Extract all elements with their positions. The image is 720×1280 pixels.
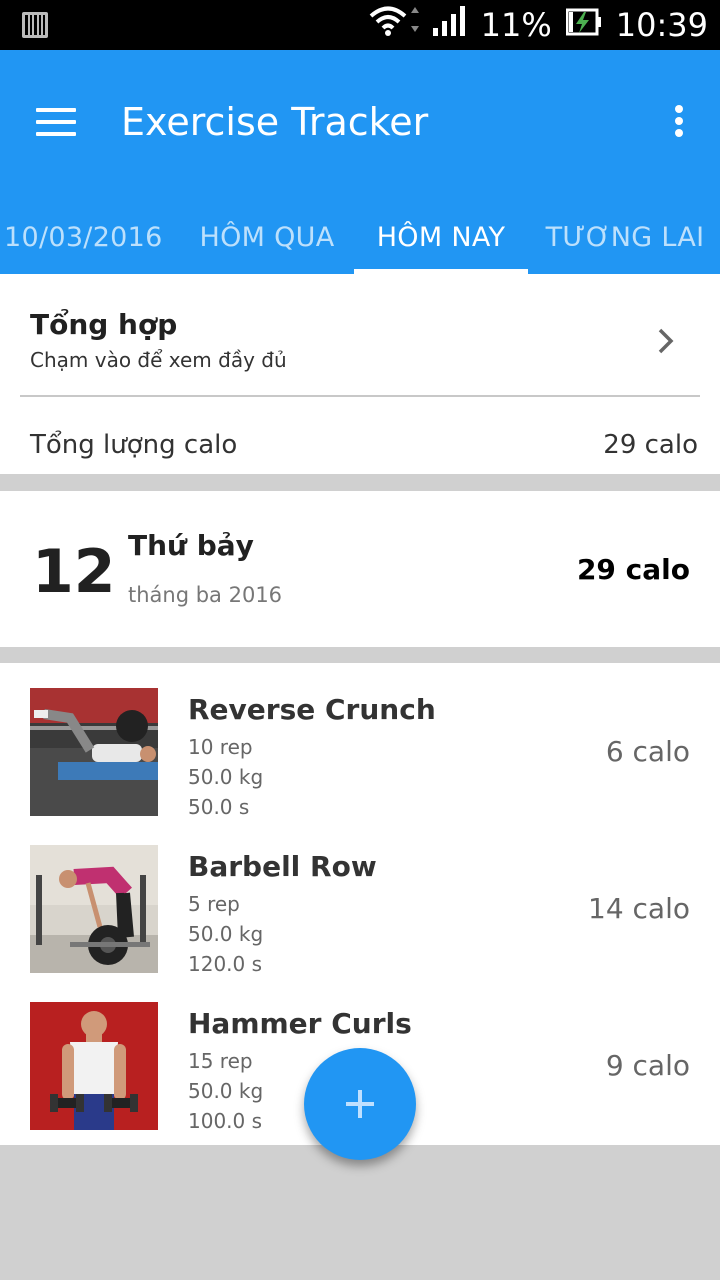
exercise-name: Reverse Crunch [188,693,436,726]
exercise-thumbnail [30,688,158,816]
summary-subtitle: Chạm vào để xem đầy đủ [30,348,287,372]
tab-date[interactable]: 10/03/2016 [0,200,164,274]
summary-card[interactable]: Tổng hợp Chạm vào để xem đầy đủ Tổng lượ… [0,274,720,474]
exercise-reps: 5 rep [188,892,240,916]
app-title: Exercise Tracker [121,100,429,144]
exercise-reps: 10 rep [188,735,253,759]
exercise-name: Barbell Row [188,850,377,883]
clock-time: 10:39 [615,6,708,44]
weekday-label: Thứ bảy [128,529,254,562]
status-bar: 11% 10:39 [0,0,720,50]
total-calories-label: Tổng lượng calo [30,430,238,460]
date-tabs: 10/03/2016 HÔM QUA HÔM NAY TƯƠNG LAI [0,200,720,274]
exercise-thumbnail [30,845,158,973]
day-number: 12 [32,537,116,607]
more-vert-icon[interactable] [674,105,684,145]
add-exercise-button[interactable] [304,1048,416,1160]
barcode-icon [22,12,48,42]
plus-icon [346,1090,374,1118]
exercise-thumbnail [30,1002,158,1130]
tab-today[interactable]: HÔM NAY [354,200,528,274]
exercise-calories: 6 calo [605,735,690,768]
chevron-right-icon[interactable] [656,326,676,356]
exercise-name: Hammer Curls [188,1007,412,1040]
divider [20,395,700,397]
day-card[interactable]: 12 Thứ bảy tháng ba 2016 29 calo [0,491,720,647]
exercise-weight: 50.0 kg [188,922,264,946]
exercise-duration: 120.0 s [188,952,263,976]
tab-yesterday[interactable]: HÔM QUA [182,200,352,274]
list-item[interactable]: Barbell Row 5 rep 50.0 kg 120.0 s 14 cal… [0,820,720,977]
summary-title: Tổng hợp [30,308,178,341]
list-item[interactable]: Reverse Crunch 10 rep 50.0 kg 50.0 s 6 c… [0,663,720,820]
exercise-weight: 50.0 kg [188,765,264,789]
exercise-calories: 14 calo [588,892,690,925]
exercise-weight: 50.0 kg [188,1079,264,1103]
app-bar: Exercise Tracker 10/03/2016 HÔM QUA HÔM … [0,50,720,274]
exercise-duration: 50.0 s [188,795,250,819]
exercise-calories: 9 calo [605,1049,690,1082]
exercise-reps: 15 rep [188,1049,253,1073]
tab-future[interactable]: TƯƠNG LAI [530,200,720,274]
battery-percent: 11% [480,6,552,44]
day-calories: 29 calo [576,553,690,586]
exercise-duration: 100.0 s [188,1109,263,1133]
hamburger-menu-icon[interactable] [36,108,76,142]
signal-icon [432,6,467,44]
battery-charging-icon [565,6,602,44]
wifi-icon [369,4,419,46]
month-year-label: tháng ba 2016 [128,583,283,607]
total-calories-value: 29 calo [603,430,698,460]
